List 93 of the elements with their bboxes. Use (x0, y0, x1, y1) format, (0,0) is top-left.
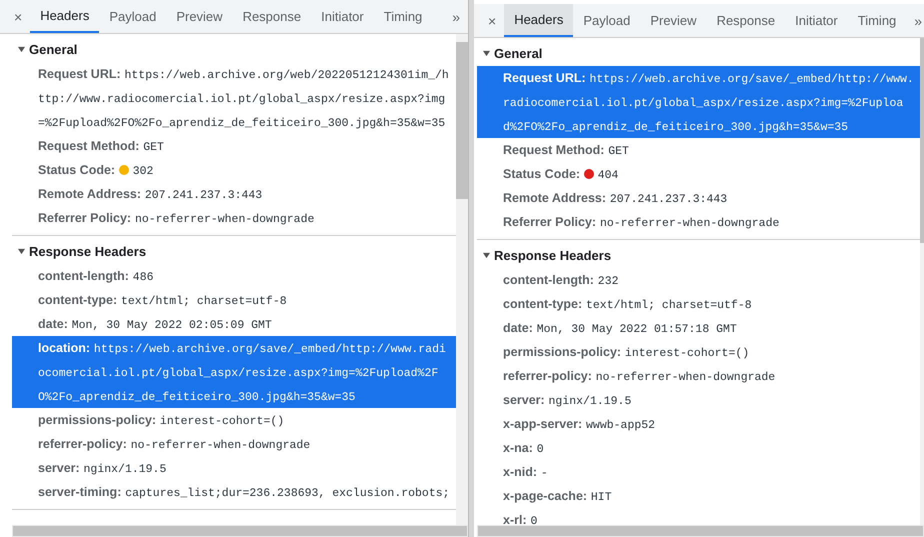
header-row[interactable]: content-type: text/html; charset=utf-8 (477, 292, 920, 316)
header-name: Status Code: (503, 167, 580, 181)
header-row[interactable]: x-na: 0 (477, 436, 920, 460)
more-tabs-button[interactable]: » (906, 4, 924, 37)
section-title: Response Headers (494, 248, 612, 262)
header-text: permissions-policy: interest-cohort=() (503, 345, 750, 359)
header-text: permissions-policy: interest-cohort=() (38, 413, 284, 427)
section-header[interactable]: Response Headers (12, 238, 456, 264)
header-value: 302 (132, 165, 154, 178)
header-row[interactable]: x-rl: 0 (477, 508, 920, 525)
tab[interactable]: Initiator (311, 0, 374, 33)
header-row[interactable]: x-page-cache: HIT (477, 484, 920, 508)
header-text: x-rl: 0 (503, 513, 538, 525)
header-text: content-type: text/html; charset=utf-8 (38, 293, 287, 307)
header-text: x-app-server: wwwb-app52 (503, 417, 656, 431)
header-text: referrer-policy: no-referrer-when-downgrade (503, 369, 776, 383)
disclosure-triangle-icon[interactable] (18, 46, 25, 52)
header-text: x-na: 0 (503, 441, 544, 455)
header-row[interactable]: Request URL: https://web.archive.org/save/_embed/http://www.radiocomercial.iol.pt/global_aspx/resize.aspx?img=%2Fupload%2FO%2Fo_aprendiz_de_feiticeiro_300.jpg&h=35&w=35 (477, 66, 920, 138)
horizontal-scrollbar[interactable] (477, 525, 924, 537)
header-row[interactable]: Status Code: 404 (477, 162, 920, 186)
header-row[interactable]: content-length: 232 (477, 268, 920, 292)
vertical-scrollbar[interactable] (920, 38, 924, 525)
tab[interactable]: Initiator (785, 4, 848, 37)
tab[interactable]: Response (706, 4, 786, 37)
header-text: content-length: 232 (503, 273, 619, 287)
header-row[interactable]: referrer-policy: no-referrer-when-downgrade (477, 364, 920, 388)
header-text: x-nid: - (503, 465, 548, 479)
close-button[interactable]: × (0, 0, 30, 33)
tab[interactable]: Timing (374, 0, 432, 33)
tab[interactable]: Timing (848, 4, 906, 37)
header-row[interactable]: Request Method: GET (477, 138, 920, 162)
section-title: Response Headers (29, 244, 146, 258)
tab[interactable]: Headers (504, 4, 574, 37)
section-header[interactable]: General (12, 36, 456, 62)
header-row[interactable]: Referrer Policy: no-referrer-when-downgrade (12, 206, 456, 230)
header-row[interactable]: permissions-policy: interest-cohort=() (12, 408, 456, 432)
tab[interactable]: Payload (99, 0, 166, 33)
header-text: Request URL: https://web.archive.org/web/20220512124301im_/http://www.radiocomercial.iol.pt/global_aspx/resize.aspx?img=%2Fupload%2FO%2Fo_aprendiz_de_feiticeiro_300.jpg&h=35&w=35 (38, 67, 449, 129)
disclosure-triangle-icon[interactable] (483, 252, 490, 258)
header-row[interactable]: referrer-policy: no-referrer-when-downgrade (12, 432, 456, 456)
header-text: server-timing: captures_list;dur=236.238693, exclusion.robots; (38, 485, 450, 499)
disclosure-triangle-icon[interactable] (483, 50, 490, 56)
header-row[interactable]: Remote Address: 207.241.237.3:443 (477, 186, 920, 210)
header-text: x-page-cache: HIT (503, 489, 612, 503)
tab[interactable]: Preview (640, 4, 707, 37)
header-text: Request Method: GET (38, 139, 164, 153)
header-row[interactable]: location: https://web.archive.org/save/_embed/http://www.radiocomercial.iol.pt/global_aspx/resize.aspx?img=%2Fupload%2FO%2Fo_aprendiz_de_feiticeiro_300.jpg&h=35&w=35 (12, 336, 456, 408)
header-row[interactable]: x-app-server: wwwb-app52 (477, 412, 920, 436)
header-text: referrer-policy: no-referrer-when-downgrade (38, 437, 310, 451)
header-row[interactable]: server: nginx/1.19.5 (12, 456, 456, 480)
header-row[interactable]: Status Code: 302 (12, 158, 456, 182)
header-text: Remote Address: 207.241.237.3:443 (503, 191, 728, 205)
header-text: Remote Address: 207.241.237.3:443 (38, 187, 262, 201)
more-tabs-button[interactable]: » (444, 0, 468, 33)
section-title: General (494, 46, 542, 60)
header-name: Status Code: (38, 163, 116, 177)
tab[interactable]: Payload (573, 4, 640, 37)
tab[interactable]: Headers (30, 0, 100, 33)
header-row[interactable]: date: Mon, 30 May 2022 01:57:18 GMT (477, 316, 920, 340)
section-header[interactable]: General (477, 40, 920, 66)
header-row[interactable]: Remote Address: 207.241.237.3:443 (12, 182, 456, 206)
tab[interactable]: Response (232, 0, 312, 33)
header-text: content-type: text/html; charset=utf-8 (503, 297, 752, 311)
close-button[interactable]: × (474, 4, 504, 37)
header-text: date: Mon, 30 May 2022 01:57:18 GMT (503, 321, 737, 335)
header-row[interactable]: date: Mon, 30 May 2022 02:05:09 GMT (12, 312, 456, 336)
header-text: Request Method: GET (503, 143, 629, 157)
section-header[interactable]: Response Headers (477, 242, 920, 268)
header-text: location: https://web.archive.org/save/_embed/http://www.radiocomercial.iol.pt/global_aspx/resize.aspx?img=%2Fupload%2FO%2Fo_aprendiz_de_feiticeiro_300.jpg&h=35&w=35 (38, 341, 446, 403)
header-text: Referrer Policy: no-referrer-when-downgrade (503, 215, 780, 229)
horizontal-scrollbar[interactable] (12, 525, 468, 537)
header-row[interactable]: Request URL: https://web.archive.org/web/20220512124301im_/http://www.radiocomercial.iol.pt/global_aspx/resize.aspx?img=%2Fupload%2FO%2Fo_aprendiz_de_feiticeiro_300.jpg&h=35&w=35 (12, 62, 456, 134)
header-row[interactable]: content-type: text/html; charset=utf-8 (12, 288, 456, 312)
tab[interactable]: Preview (166, 0, 233, 33)
section-title: General (29, 42, 78, 56)
disclosure-triangle-icon[interactable] (18, 248, 25, 254)
panel-splitter[interactable] (468, 0, 474, 537)
header-row[interactable]: server-timing: captures_list;dur=236.238693, exclusion.robots; (12, 480, 456, 504)
header-row[interactable]: content-length: 486 (12, 264, 456, 288)
vertical-scrollbar[interactable] (456, 34, 468, 525)
header-row[interactable]: Request Method: GET (12, 134, 456, 158)
header-row[interactable]: server: nginx/1.19.5 (477, 388, 920, 412)
header-text: server: nginx/1.19.5 (38, 461, 166, 475)
header-text: date: Mon, 30 May 2022 02:05:09 GMT (38, 317, 272, 331)
header-row[interactable]: x-nid: - (477, 460, 920, 484)
header-row[interactable]: permissions-policy: interest-cohort=() (477, 340, 920, 364)
header-text: Request URL: https://web.archive.org/save/_embed/http://www.radiocomercial.iol.pt/global_aspx/resize.aspx?img=%2Fupload%2FO%2Fo_aprendiz_de_feiticeiro_300.jpg&h=35&w=35 (503, 71, 914, 133)
header-text: Referrer Policy: no-referrer-when-downgrade (38, 211, 314, 225)
header-row[interactable]: Referrer Policy: no-referrer-when-downgrade (477, 210, 920, 234)
header-text: content-length: 486 (38, 269, 154, 283)
header-value: 404 (598, 169, 618, 182)
header-text: server: nginx/1.19.5 (503, 393, 632, 407)
